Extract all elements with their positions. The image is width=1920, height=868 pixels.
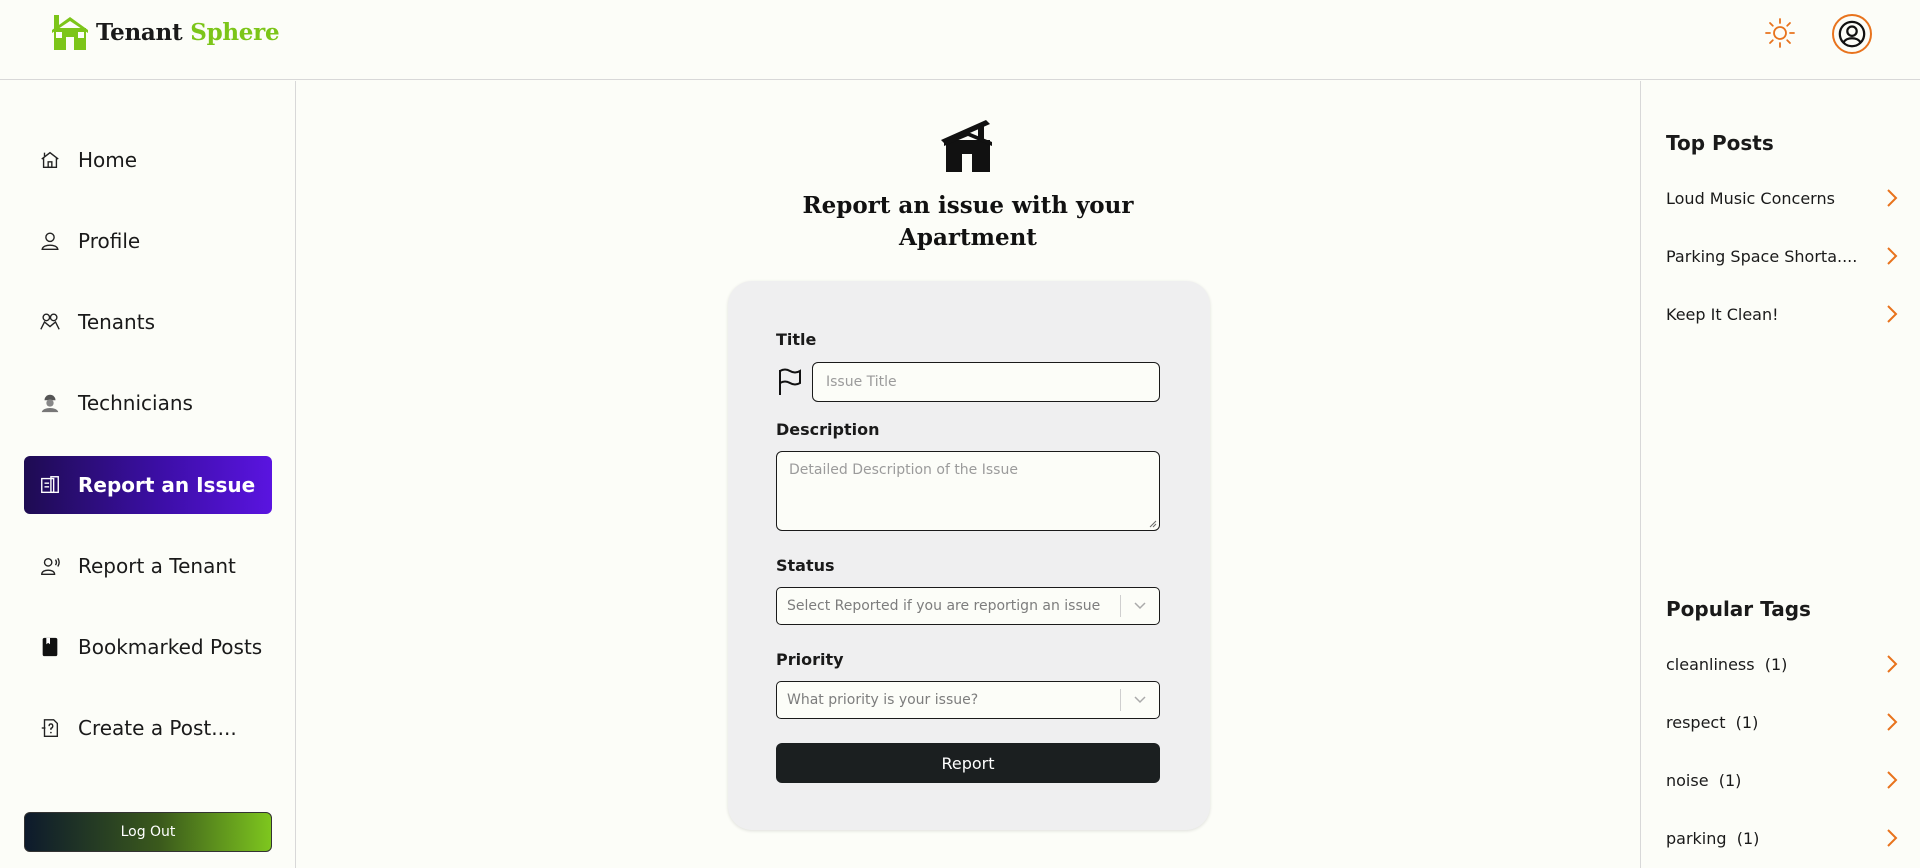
chevron-down-icon[interactable]: [1121, 588, 1159, 624]
flag-icon: [779, 368, 801, 395]
top-post-title: Loud Music Concerns: [1666, 188, 1835, 208]
logout-button[interactable]: Log Out: [24, 812, 272, 852]
chevron-down-icon[interactable]: [1121, 682, 1159, 718]
tag-label: parking (1): [1666, 828, 1760, 848]
user-circle-icon: [1838, 20, 1866, 48]
description-label: Description: [776, 420, 880, 439]
priority-label: Priority: [776, 650, 844, 669]
chevron-right-icon: [1887, 247, 1898, 265]
user-icon: [38, 229, 62, 253]
sidebar-item-label: Report a Tenant: [78, 554, 236, 578]
description-placeholder: Detailed Description of the Issue: [789, 462, 1018, 478]
tag-label: respect (1): [1666, 712, 1759, 732]
top-post-item[interactable]: Keep It Clean!: [1666, 302, 1898, 326]
sidebar-item-label: Report an Issue: [78, 473, 256, 497]
page-title: Report an issue with your Apartment: [802, 192, 1134, 251]
left-sidebar: Home Profile Tenants Technicians Report …: [0, 81, 296, 868]
sun-icon[interactable]: [1764, 17, 1796, 49]
home-icon: [38, 148, 62, 172]
report-issue-form: Title Issue Title Description Detailed D…: [728, 281, 1210, 830]
sidebar-item-label: Home: [78, 148, 138, 172]
report-tenant-icon: [38, 554, 62, 578]
sidebar-item-report-issue[interactable]: Report an Issue: [24, 456, 272, 514]
house-icon: [941, 120, 992, 172]
brand-name-part1: Tenant: [96, 18, 183, 46]
sidebar-item-home[interactable]: Home: [24, 131, 272, 189]
priority-select-placeholder: What priority is your issue?: [787, 692, 979, 708]
chevron-right-icon: [1887, 771, 1898, 789]
sidebar-item-label: Tenants: [78, 310, 155, 334]
bookmark-icon: [38, 635, 62, 659]
status-select-placeholder: Select Reported if you are reportign an …: [787, 598, 1101, 614]
sidebar-item-profile[interactable]: Profile: [24, 212, 272, 270]
sidebar-item-bookmarked-posts[interactable]: Bookmarked Posts: [24, 618, 272, 676]
report-button[interactable]: Report: [776, 743, 1160, 783]
technician-icon: [38, 391, 62, 415]
chevron-right-icon: [1887, 713, 1898, 731]
sidebar-item-label: Profile: [78, 229, 141, 253]
brand-name-part2: Sphere: [190, 18, 280, 46]
brand-logo[interactable]: Tenant Sphere: [50, 13, 280, 51]
tag-item[interactable]: parking (1): [1666, 826, 1898, 850]
top-post-item[interactable]: Loud Music Concerns: [1666, 186, 1898, 210]
tag-item[interactable]: noise (1): [1666, 768, 1898, 792]
top-header: Tenant Sphere: [0, 0, 1920, 80]
sidebar-item-label: Create a Post....: [78, 716, 237, 740]
chevron-right-icon: [1887, 305, 1898, 323]
tag-label: noise (1): [1666, 770, 1742, 790]
priority-select[interactable]: What priority is your issue?: [776, 681, 1160, 719]
sidebar-item-create-post[interactable]: Create a Post....: [24, 699, 272, 757]
report-issue-icon: [38, 473, 62, 497]
house-icon: [52, 15, 88, 50]
title-label: Title: [776, 330, 817, 349]
right-sidebar: Top Posts Loud Music Concerns Parking Sp…: [1640, 81, 1920, 868]
chevron-right-icon: [1887, 655, 1898, 673]
top-posts-heading: Top Posts: [1666, 131, 1774, 155]
brand-name: Tenant Sphere: [96, 18, 280, 46]
popular-tags-heading: Popular Tags: [1666, 597, 1811, 621]
sidebar-item-technicians[interactable]: Technicians: [24, 374, 272, 432]
tag-item[interactable]: cleanliness (1): [1666, 652, 1898, 676]
sidebar-item-report-tenant[interactable]: Report a Tenant: [24, 537, 272, 595]
resize-grip-icon[interactable]: [1149, 520, 1157, 528]
description-textarea[interactable]: Detailed Description of the Issue: [776, 451, 1160, 531]
top-post-title: Keep It Clean!: [1666, 304, 1779, 324]
tag-item[interactable]: respect (1): [1666, 710, 1898, 734]
sidebar-item-label: Technicians: [78, 391, 193, 415]
sidebar-item-tenants[interactable]: Tenants: [24, 293, 272, 351]
status-select[interactable]: Select Reported if you are reportign an …: [776, 587, 1160, 625]
top-post-item[interactable]: Parking Space Shorta....: [1666, 244, 1898, 268]
tag-label: cleanliness (1): [1666, 654, 1788, 674]
sidebar-item-label: Bookmarked Posts: [78, 635, 263, 659]
create-post-icon: [38, 716, 62, 740]
chevron-right-icon: [1887, 829, 1898, 847]
chevron-right-icon: [1887, 189, 1898, 207]
users-icon: [38, 310, 62, 334]
profile-avatar[interactable]: [1832, 14, 1872, 54]
issue-title-input[interactable]: Issue Title: [812, 362, 1160, 402]
status-label: Status: [776, 556, 835, 575]
top-post-title: Parking Space Shorta....: [1666, 246, 1858, 266]
